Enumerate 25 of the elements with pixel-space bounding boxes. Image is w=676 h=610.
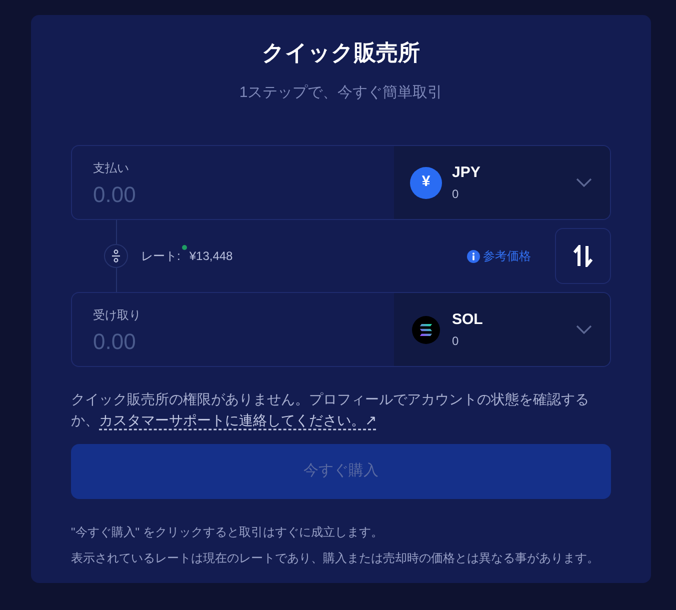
coin-icon — [412, 316, 440, 344]
support-link[interactable]: カスタマーサポートに連絡してください。↗ — [99, 412, 377, 428]
footnote-text: "今すぐ購入" をクリックすると取引はすぐに成立します。 — [71, 524, 384, 541]
chevron-down-icon — [576, 325, 592, 334]
info-icon — [467, 250, 480, 262]
yen-icon: ¥ — [410, 166, 442, 198]
field-label: 支払い — [93, 160, 129, 177]
currency-code: SOL — [452, 310, 483, 328]
swap-button[interactable] — [555, 228, 611, 284]
chevron-down-icon — [576, 178, 592, 187]
footnote-text: 表示されているレートは現在のレートであり、購入または売却時の価格とは異なる事があります。 — [71, 550, 600, 567]
currency-select[interactable]: ¥ JPY 0 — [394, 146, 610, 219]
amount-input[interactable]: 0.00 — [93, 179, 293, 209]
reference-price-link[interactable]: 参考価格 — [483, 247, 531, 265]
rate-value: ¥13,448 — [189, 248, 233, 265]
permission-notice: クイック販売所の権限がありません。プロフィールでアカウントの状態を確認するか、カスタマーサポートに連絡してください。↗ — [71, 390, 590, 430]
page-subtitle: 1ステップで、今すぐ簡単取引 — [238, 83, 444, 103]
page-title: クイック販売所 — [261, 39, 421, 67]
field-label: 受け取り — [93, 307, 141, 324]
rate-label: レート: — [141, 248, 180, 265]
currency-code: JPY — [452, 164, 480, 182]
balance-text: 0 — [452, 186, 460, 202]
amount-input[interactable]: 0.00 — [93, 326, 293, 356]
balance-text: 0 — [452, 332, 460, 348]
currency-select[interactable]: SOL 0 — [394, 293, 610, 366]
